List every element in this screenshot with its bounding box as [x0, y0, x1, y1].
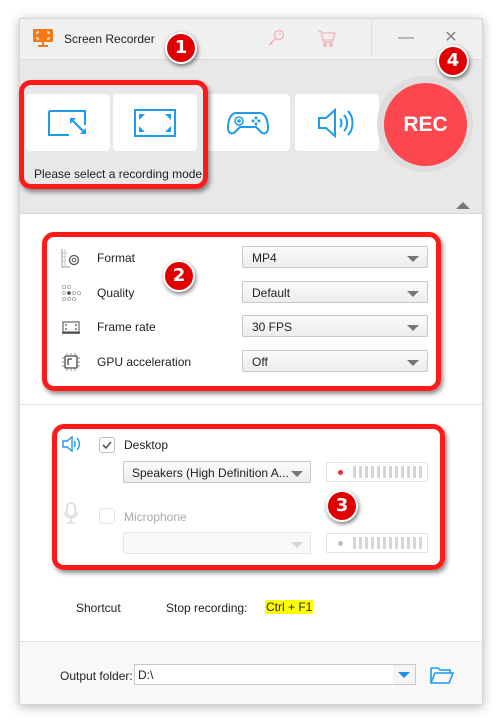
mode-game-button[interactable] — [206, 94, 290, 151]
checkmark-icon — [102, 441, 112, 450]
output-footer: Output folder: D:\ — [20, 642, 482, 704]
frame-rate-select[interactable]: 30 FPS — [242, 315, 428, 337]
settings-row-quality: Quality Default — [20, 281, 482, 305]
mode-custom-region-button[interactable] — [26, 94, 110, 151]
format-gear-icon — [61, 249, 80, 268]
microphone-label: Microphone — [124, 510, 187, 524]
chevron-down-icon — [407, 325, 419, 331]
settings-row-frame-rate: Frame rate 30 FPS — [20, 315, 482, 339]
format-value: MP4 — [252, 251, 277, 265]
stop-recording-label: Stop recording: — [166, 601, 248, 615]
title-separator — [371, 19, 372, 55]
desktop-device-value: Speakers (High Definition A... — [132, 466, 289, 480]
stop-recording-hotkey[interactable]: Ctrl + F1 — [265, 600, 314, 614]
monitor-capture-icon — [33, 29, 53, 47]
gpu-chip-icon — [62, 353, 80, 371]
mode-hint-text: Please select a recording mode. — [34, 167, 206, 181]
video-settings-panel: Format MP4 Quality Default Frame rate 30… — [20, 214, 482, 405]
gpu-label: GPU acceleration — [97, 355, 192, 369]
quality-select[interactable]: Default — [242, 281, 428, 303]
cart-icon[interactable] — [317, 28, 337, 48]
open-folder-icon[interactable] — [430, 666, 454, 684]
frame-rate-icon — [62, 321, 80, 334]
screen-recorder-window: Screen Recorder — ✕ REC Please select a … — [19, 18, 483, 705]
gpu-value: Off — [252, 355, 268, 369]
rec-button[interactable]: REC — [384, 83, 467, 166]
frame-rate-value: 30 FPS — [252, 320, 293, 334]
callout-badge-2: 2 — [163, 260, 195, 292]
microphone-meter-indicator — [338, 541, 343, 546]
format-select[interactable]: MP4 — [242, 246, 428, 268]
microphone-volume-meter — [326, 533, 428, 553]
frame-rate-label: Frame rate — [97, 320, 156, 334]
callout-badge-4: 4 — [437, 45, 469, 77]
recording-mode-strip: REC Please select a recording mode. — [20, 60, 482, 214]
output-folder-input[interactable]: D:\ — [134, 664, 416, 685]
microphone-icon — [64, 502, 78, 524]
callout-badge-3: 3 — [326, 490, 358, 522]
desktop-device-select[interactable]: Speakers (High Definition A... — [123, 461, 311, 483]
chevron-down-icon — [291, 471, 303, 477]
chevron-down-icon — [407, 291, 419, 297]
mode-audio-only-button[interactable] — [295, 94, 379, 151]
key-icon[interactable] — [266, 28, 286, 48]
fullscreen-icon — [134, 108, 176, 137]
desktop-audio-label: Desktop — [124, 438, 169, 452]
gamepad-icon — [227, 111, 269, 134]
region-resize-icon — [48, 109, 86, 136]
settings-row-gpu: GPU acceleration Off — [20, 350, 482, 374]
shortcut-label: Shortcut — [76, 601, 121, 615]
microphone-device-select[interactable] — [123, 532, 311, 554]
output-folder-dropdown-button[interactable] — [393, 665, 415, 684]
desktop-audio-speaker-icon — [62, 436, 80, 452]
chevron-down-icon — [407, 360, 419, 366]
speaker-icon — [318, 107, 354, 138]
desktop-volume-meter — [326, 462, 428, 482]
desktop-meter-indicator — [338, 470, 343, 475]
settings-row-format: Format MP4 — [20, 246, 482, 270]
title-bar: Screen Recorder — ✕ — [20, 19, 482, 60]
minimize-button[interactable]: — — [395, 27, 417, 49]
quality-value: Default — [252, 286, 291, 300]
app-title: Screen Recorder — [64, 32, 155, 46]
quality-label: Quality — [97, 286, 135, 300]
gpu-select[interactable]: Off — [242, 350, 428, 372]
format-label: Format — [97, 251, 136, 265]
output-folder-value: D:\ — [138, 668, 154, 682]
desktop-meter-bars — [353, 466, 422, 478]
chevron-down-icon — [407, 256, 419, 262]
callout-badge-1: 1 — [165, 32, 197, 64]
microphone-checkbox[interactable] — [99, 508, 115, 524]
quality-dots-icon — [61, 284, 81, 302]
output-folder-label: Output folder: — [60, 669, 133, 683]
mode-full-screen-button[interactable] — [113, 94, 197, 151]
chevron-down-icon — [291, 542, 303, 548]
collapse-panel-arrow-icon[interactable] — [456, 202, 470, 209]
desktop-audio-checkbox[interactable] — [99, 437, 115, 453]
microphone-meter-bars — [353, 537, 422, 549]
